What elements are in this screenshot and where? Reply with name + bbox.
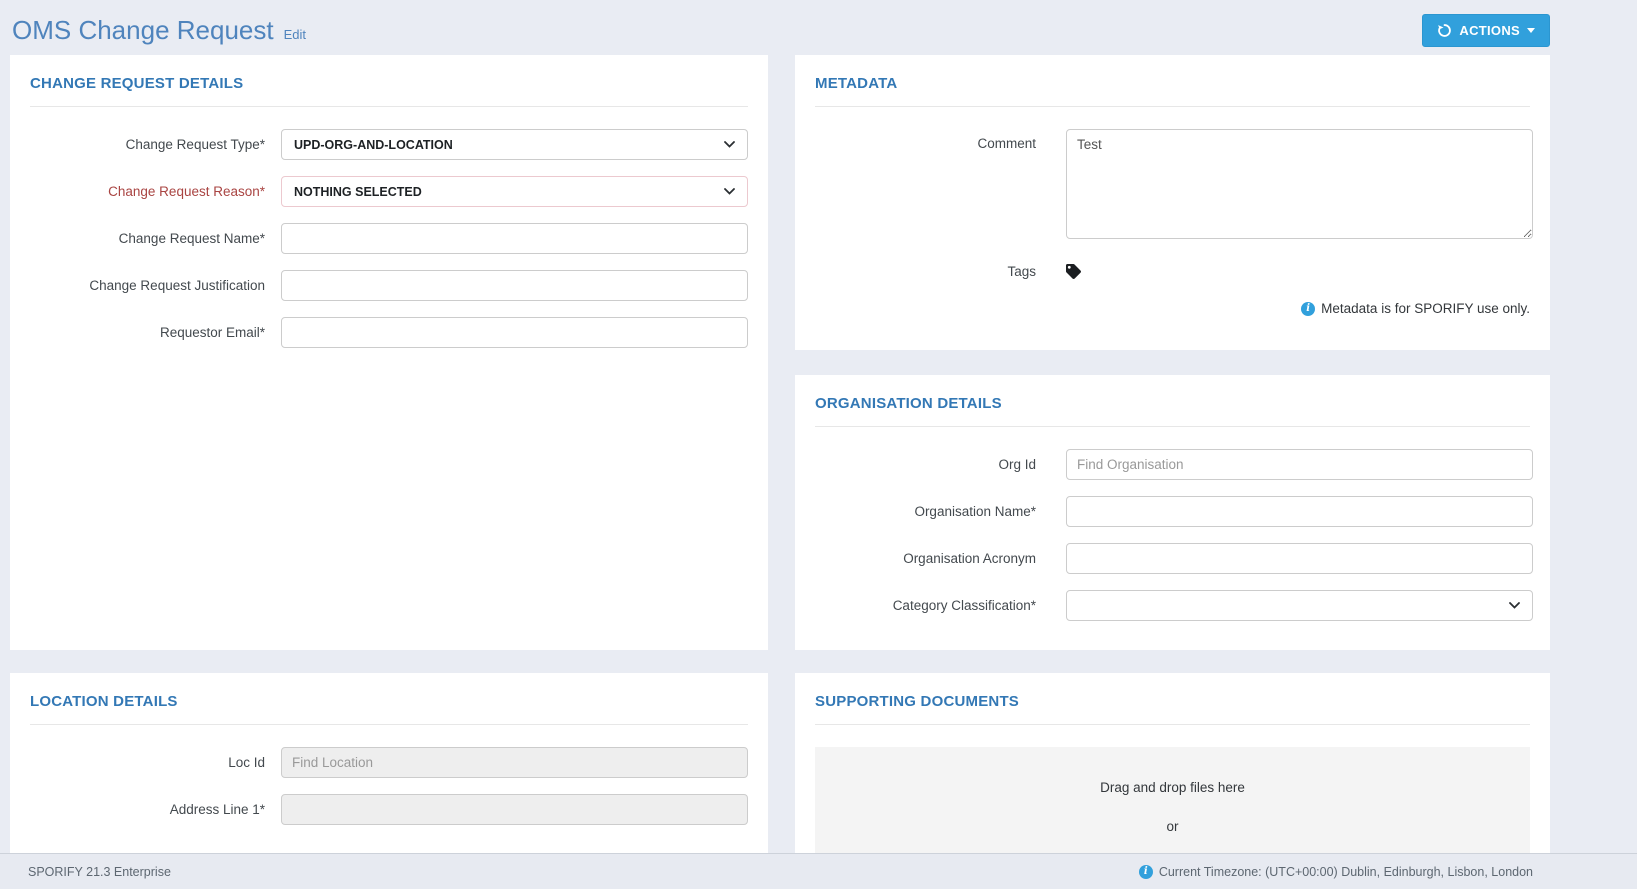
page-mode-label: Edit <box>283 27 306 42</box>
supporting-documents-heading: SUPPORTING DOCUMENTS <box>815 693 1530 725</box>
history-icon <box>1437 23 1452 38</box>
footer-timezone-wrap: i Current Timezone: (UTC+00:00) Dublin, … <box>1138 864 1533 879</box>
category-classification-row: Category Classification* <box>815 590 1533 621</box>
comment-label: Comment <box>977 136 1036 151</box>
page-title-wrap: OMS Change Request Edit <box>12 15 306 46</box>
change-request-reason-row: Change Request Reason* NOTHING SELECTED <box>30 176 748 207</box>
change-request-type-row: Change Request Type* UPD-ORG-AND-LOCATIO… <box>30 129 748 160</box>
change-request-type-label: Change Request Type* <box>125 137 265 152</box>
change-request-name-input[interactable] <box>281 223 748 254</box>
category-classification-select[interactable] <box>1066 590 1533 621</box>
organisation-acronym-label: Organisation Acronym <box>903 551 1036 566</box>
address-line-1-input[interactable] <box>281 794 748 825</box>
chevron-down-icon <box>724 141 735 148</box>
organisation-name-row: Organisation Name* <box>815 496 1533 527</box>
change-request-justification-label: Change Request Justification <box>89 278 265 293</box>
footer-timezone-text: Current Timezone: (UTC+00:00) Dublin, Ed… <box>1158 864 1533 879</box>
metadata-panel: METADATA Comment Test Tags i Metadata is… <box>795 55 1550 350</box>
page-footer: SPORIFY 21.3 Enterprise i Current Timezo… <box>0 853 1637 889</box>
left-column: CHANGE REQUEST DETAILS Change Request Ty… <box>10 55 768 889</box>
dropzone-text: Drag and drop files here <box>1100 780 1245 795</box>
org-id-label: Org Id <box>998 457 1036 472</box>
page-header: OMS Change Request Edit ACTIONS <box>0 0 1637 55</box>
change-request-reason-label: Change Request Reason* <box>108 184 265 199</box>
requestor-email-row: Requestor Email* <box>30 317 748 348</box>
location-details-heading: LOCATION DETAILS <box>30 693 748 725</box>
page-title: OMS Change Request <box>12 15 274 45</box>
organisation-name-label: Organisation Name* <box>914 504 1036 519</box>
address-line-1-label: Address Line 1* <box>169 802 265 817</box>
info-icon: i <box>1301 301 1316 316</box>
requestor-email-label: Requestor Email* <box>159 325 265 340</box>
caret-down-icon <box>1527 28 1535 33</box>
right-column: METADATA Comment Test Tags i Metadata is… <box>795 55 1550 889</box>
dropzone-or-text: or <box>1166 819 1179 834</box>
change-request-type-value: UPD-ORG-AND-LOCATION <box>294 137 453 152</box>
metadata-note: i Metadata is for SPORIFY use only. <box>815 301 1530 316</box>
organisation-details-panel: ORGANISATION DETAILS Org Id Organisation… <box>795 375 1550 650</box>
change-request-justification-row: Change Request Justification <box>30 270 748 301</box>
main-content: CHANGE REQUEST DETAILS Change Request Ty… <box>0 55 1637 889</box>
chevron-down-icon <box>1509 602 1520 609</box>
change-request-details-panel: CHANGE REQUEST DETAILS Change Request Ty… <box>10 55 768 650</box>
category-classification-label: Category Classification* <box>892 598 1036 613</box>
change-request-name-row: Change Request Name* <box>30 223 748 254</box>
change-request-details-heading: CHANGE REQUEST DETAILS <box>30 75 748 107</box>
info-icon: i <box>1138 864 1153 879</box>
actions-button-label: ACTIONS <box>1459 23 1520 38</box>
comment-row: Comment Test <box>815 129 1533 244</box>
organisation-details-heading: ORGANISATION DETAILS <box>815 395 1530 427</box>
change-request-name-label: Change Request Name* <box>118 231 265 246</box>
loc-id-label: Loc Id <box>228 755 265 770</box>
organisation-acronym-row: Organisation Acronym <box>815 543 1533 574</box>
tag-icon[interactable] <box>1066 264 1533 279</box>
loc-id-input[interactable] <box>281 747 748 778</box>
tags-label: Tags <box>1007 264 1036 279</box>
organisation-acronym-input[interactable] <box>1066 543 1533 574</box>
chevron-down-icon <box>724 188 735 195</box>
change-request-reason-select[interactable]: NOTHING SELECTED <box>281 176 748 207</box>
org-id-row: Org Id <box>815 449 1533 480</box>
metadata-heading: METADATA <box>815 75 1530 107</box>
change-request-reason-value: NOTHING SELECTED <box>294 184 422 199</box>
change-request-justification-input[interactable] <box>281 270 748 301</box>
org-id-input[interactable] <box>1066 449 1533 480</box>
organisation-name-input[interactable] <box>1066 496 1533 527</box>
requestor-email-input[interactable] <box>281 317 748 348</box>
footer-app-version: SPORIFY 21.3 Enterprise <box>28 864 171 879</box>
comment-textarea[interactable]: Test <box>1066 129 1533 239</box>
loc-id-row: Loc Id <box>30 747 748 778</box>
actions-button[interactable]: ACTIONS <box>1422 14 1550 47</box>
tags-row: Tags <box>815 264 1530 279</box>
change-request-type-select[interactable]: UPD-ORG-AND-LOCATION <box>281 129 748 160</box>
address-line-1-row: Address Line 1* <box>30 794 748 825</box>
metadata-note-text: Metadata is for SPORIFY use only. <box>1321 301 1530 316</box>
